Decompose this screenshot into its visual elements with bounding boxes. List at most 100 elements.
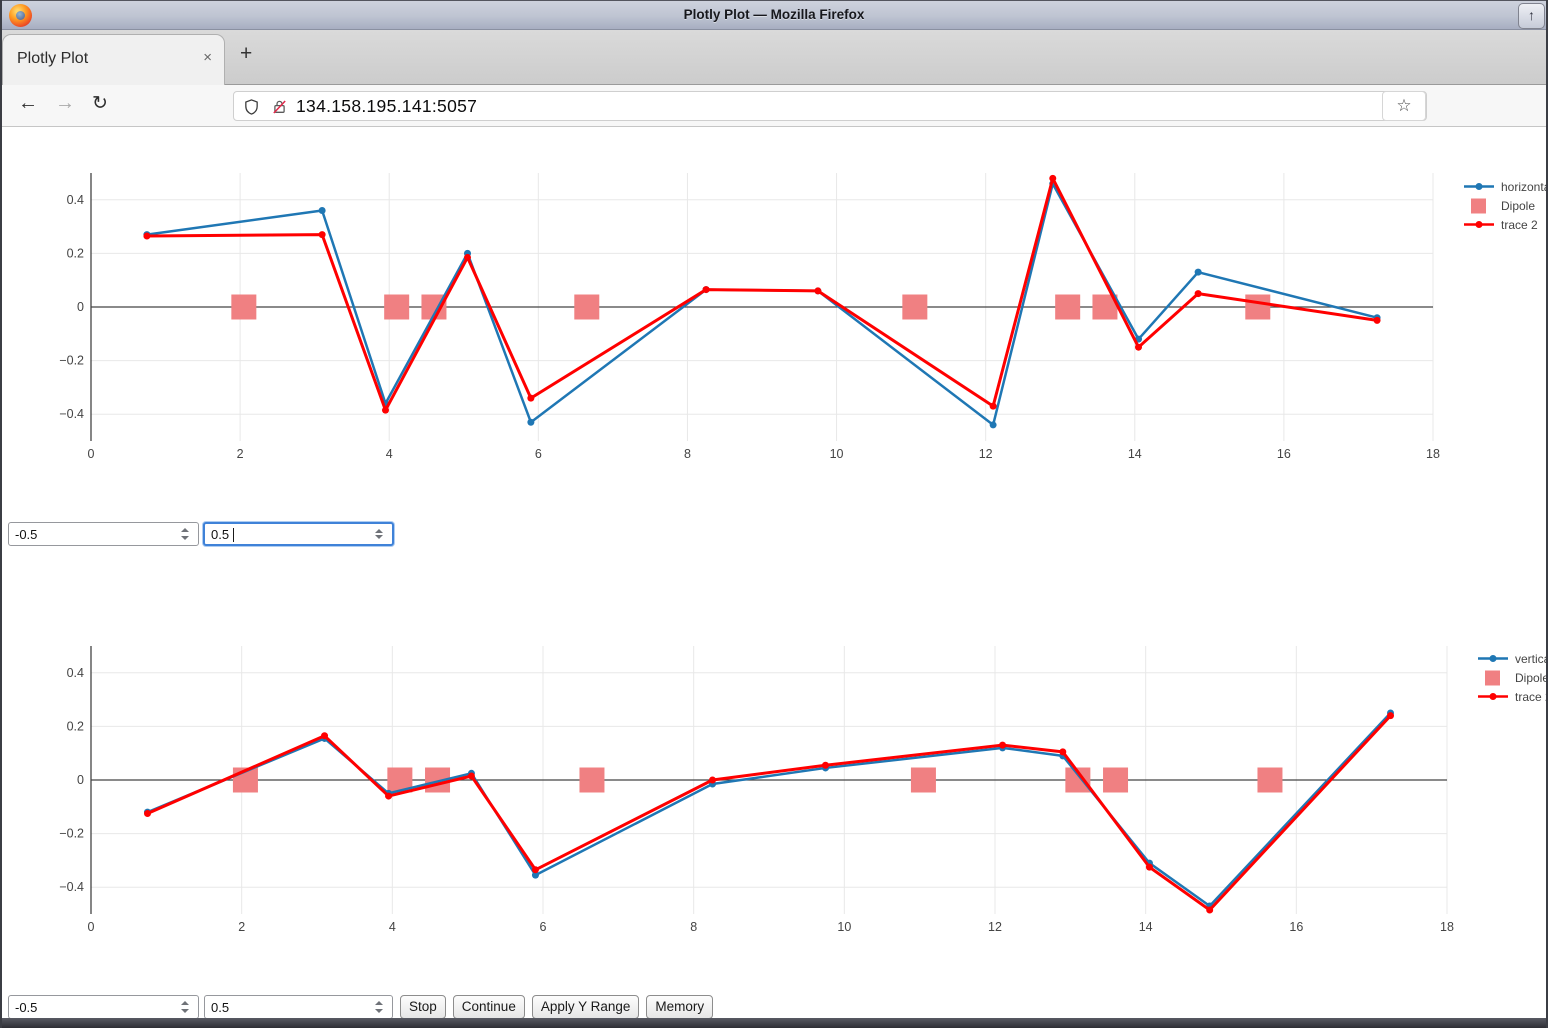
tab-bar: Plotly Plot × + — [0, 30, 1548, 85]
legend-label: trace 2 — [1501, 218, 1538, 232]
ymin-field-top[interactable] — [8, 522, 199, 546]
trace-marker-trace 2[interactable] — [527, 395, 534, 402]
legend-line-icon — [1463, 177, 1495, 196]
trace-line-trace 2[interactable] — [147, 178, 1377, 410]
x-tick-label: 6 — [535, 447, 542, 461]
legend-item-Dipole[interactable]: Dipole — [1463, 196, 1548, 215]
spinner-up-icon[interactable] — [375, 529, 383, 533]
legend-item-vertical[interactable]: vertical — [1477, 649, 1548, 668]
spinner-down-icon[interactable] — [375, 1009, 383, 1013]
trace-line-horizontal[interactable] — [147, 184, 1377, 425]
top-chart-controls — [0, 522, 1548, 548]
window-up-button[interactable]: ↑ — [1518, 3, 1545, 29]
x-tick-label: 16 — [1277, 447, 1291, 461]
ymax-input-bottom[interactable] — [205, 996, 370, 1018]
dipole-marker[interactable] — [1245, 295, 1270, 320]
dipole-marker[interactable] — [1055, 295, 1080, 320]
trace-marker-trace 2[interactable] — [1049, 175, 1056, 182]
window-title: Plotly Plot — Mozilla Firefox — [0, 7, 1548, 22]
legend-item-horizontal[interactable]: horizontal — [1463, 177, 1548, 196]
titlebar: Plotly Plot — Mozilla Firefox ↑ — [0, 0, 1548, 30]
legend-item-Dipole[interactable]: Dipole — [1477, 668, 1548, 687]
browser-window: Plotly Plot — Mozilla Firefox ↑ Plotly P… — [0, 0, 1548, 1028]
trace-marker-trace 2[interactable] — [814, 287, 821, 294]
continue-button[interactable]: Continue — [453, 995, 525, 1019]
shield-icon[interactable] — [243, 98, 260, 116]
x-tick-label: 10 — [830, 447, 844, 461]
bookmark-star-button[interactable]: ☆ — [1382, 91, 1426, 121]
legend-square-icon — [1477, 668, 1509, 687]
url-bar[interactable]: 134.158.195.141:5057 ☆ — [233, 91, 1427, 121]
x-tick-label: 8 — [684, 447, 691, 461]
trace-marker-trace 2[interactable] — [1135, 344, 1142, 351]
lock-slash-icon[interactable] — [271, 98, 288, 116]
action-buttons: Stop Continue Apply Y Range Memory — [400, 995, 713, 1019]
legend-line-icon — [1477, 649, 1509, 668]
legend-label: Dipole — [1501, 199, 1535, 213]
ymin-input-bottom[interactable] — [9, 996, 176, 1018]
dipole-marker[interactable] — [384, 295, 409, 320]
tab-title: Plotly Plot — [17, 50, 88, 68]
ymin-field-bottom[interactable] — [8, 995, 199, 1019]
ymax-field-bottom[interactable] — [204, 995, 393, 1019]
new-tab-button[interactable]: + — [240, 42, 252, 66]
up-arrow-icon: ↑ — [1528, 7, 1535, 23]
x-tick-label: 2 — [237, 447, 244, 461]
star-icon: ☆ — [1396, 96, 1411, 115]
spinner-icon[interactable] — [179, 523, 191, 545]
spinner-up-icon[interactable] — [181, 528, 189, 532]
legend-line-icon — [1463, 215, 1495, 234]
page-content: 024681012141618−0.4−0.200.20.40246810121… — [0, 127, 1548, 1018]
legend-line-icon — [1477, 687, 1509, 706]
legend-label: vertical — [1515, 652, 1548, 666]
dipole-marker[interactable] — [902, 295, 927, 320]
tab-close-icon[interactable]: × — [203, 49, 212, 66]
trace-marker-horizontal[interactable] — [527, 419, 534, 426]
spinner-up-icon[interactable] — [375, 1001, 383, 1005]
spinner-up-icon[interactable] — [181, 1001, 189, 1005]
trace-marker-trace 2[interactable] — [1195, 290, 1202, 297]
text-caret — [233, 528, 234, 542]
trace-marker-trace 2[interactable] — [382, 407, 389, 414]
trace-marker-horizontal[interactable] — [1195, 269, 1202, 276]
ymax-input-top[interactable] — [205, 524, 370, 544]
trace-marker-trace 2[interactable] — [319, 231, 326, 238]
chart-1-canvas[interactable]: 024681012141618−0.4−0.200.20.4 — [0, 127, 1548, 1018]
spinner-icon[interactable] — [179, 996, 191, 1018]
url-text: 134.158.195.141:5057 — [296, 96, 477, 117]
x-tick-label: 18 — [1426, 447, 1440, 461]
trace-marker-trace 2[interactable] — [464, 254, 471, 261]
legend-item-trace 2[interactable]: trace 2 — [1477, 687, 1548, 706]
legend-label: horizontal — [1501, 180, 1548, 194]
back-icon[interactable]: ← — [18, 92, 38, 115]
trace-marker-horizontal[interactable] — [319, 207, 326, 214]
legend-square-icon — [1463, 196, 1495, 215]
apply-y-range-button[interactable]: Apply Y Range — [532, 995, 640, 1019]
trace-marker-trace 2[interactable] — [143, 232, 150, 239]
x-tick-label: 4 — [386, 447, 393, 461]
spinner-down-icon[interactable] — [181, 536, 189, 540]
spinner-down-icon[interactable] — [181, 1009, 189, 1013]
tab-plotly-plot[interactable]: Plotly Plot × — [2, 34, 225, 85]
window-bottom-border — [0, 1018, 1548, 1028]
spinner-icon[interactable] — [373, 524, 385, 544]
window-left-border — [0, 0, 2, 1028]
trace-marker-horizontal[interactable] — [990, 421, 997, 428]
ymin-input-top[interactable] — [9, 523, 176, 545]
dipole-marker[interactable] — [574, 295, 599, 320]
stop-button[interactable]: Stop — [400, 995, 446, 1019]
x-tick-label: 14 — [1128, 447, 1142, 461]
spinner-down-icon[interactable] — [375, 535, 383, 539]
dipole-marker[interactable] — [231, 295, 256, 320]
trace-marker-trace 2[interactable] — [990, 403, 997, 410]
legend-item-trace 2[interactable]: trace 2 — [1463, 215, 1548, 234]
spinner-icon[interactable] — [373, 996, 385, 1018]
forward-icon[interactable]: → — [55, 92, 75, 115]
trace-marker-trace 2[interactable] — [1374, 317, 1381, 324]
reload-icon[interactable]: ↻ — [92, 92, 108, 115]
ymax-field-top[interactable] — [203, 522, 394, 546]
memory-button[interactable]: Memory — [646, 995, 713, 1019]
x-tick-label: 0 — [88, 447, 95, 461]
nav-toolbar: ← → ↻ 134.158.195.141:5057 ☆ — [0, 85, 1548, 127]
trace-marker-trace 2[interactable] — [703, 286, 710, 293]
